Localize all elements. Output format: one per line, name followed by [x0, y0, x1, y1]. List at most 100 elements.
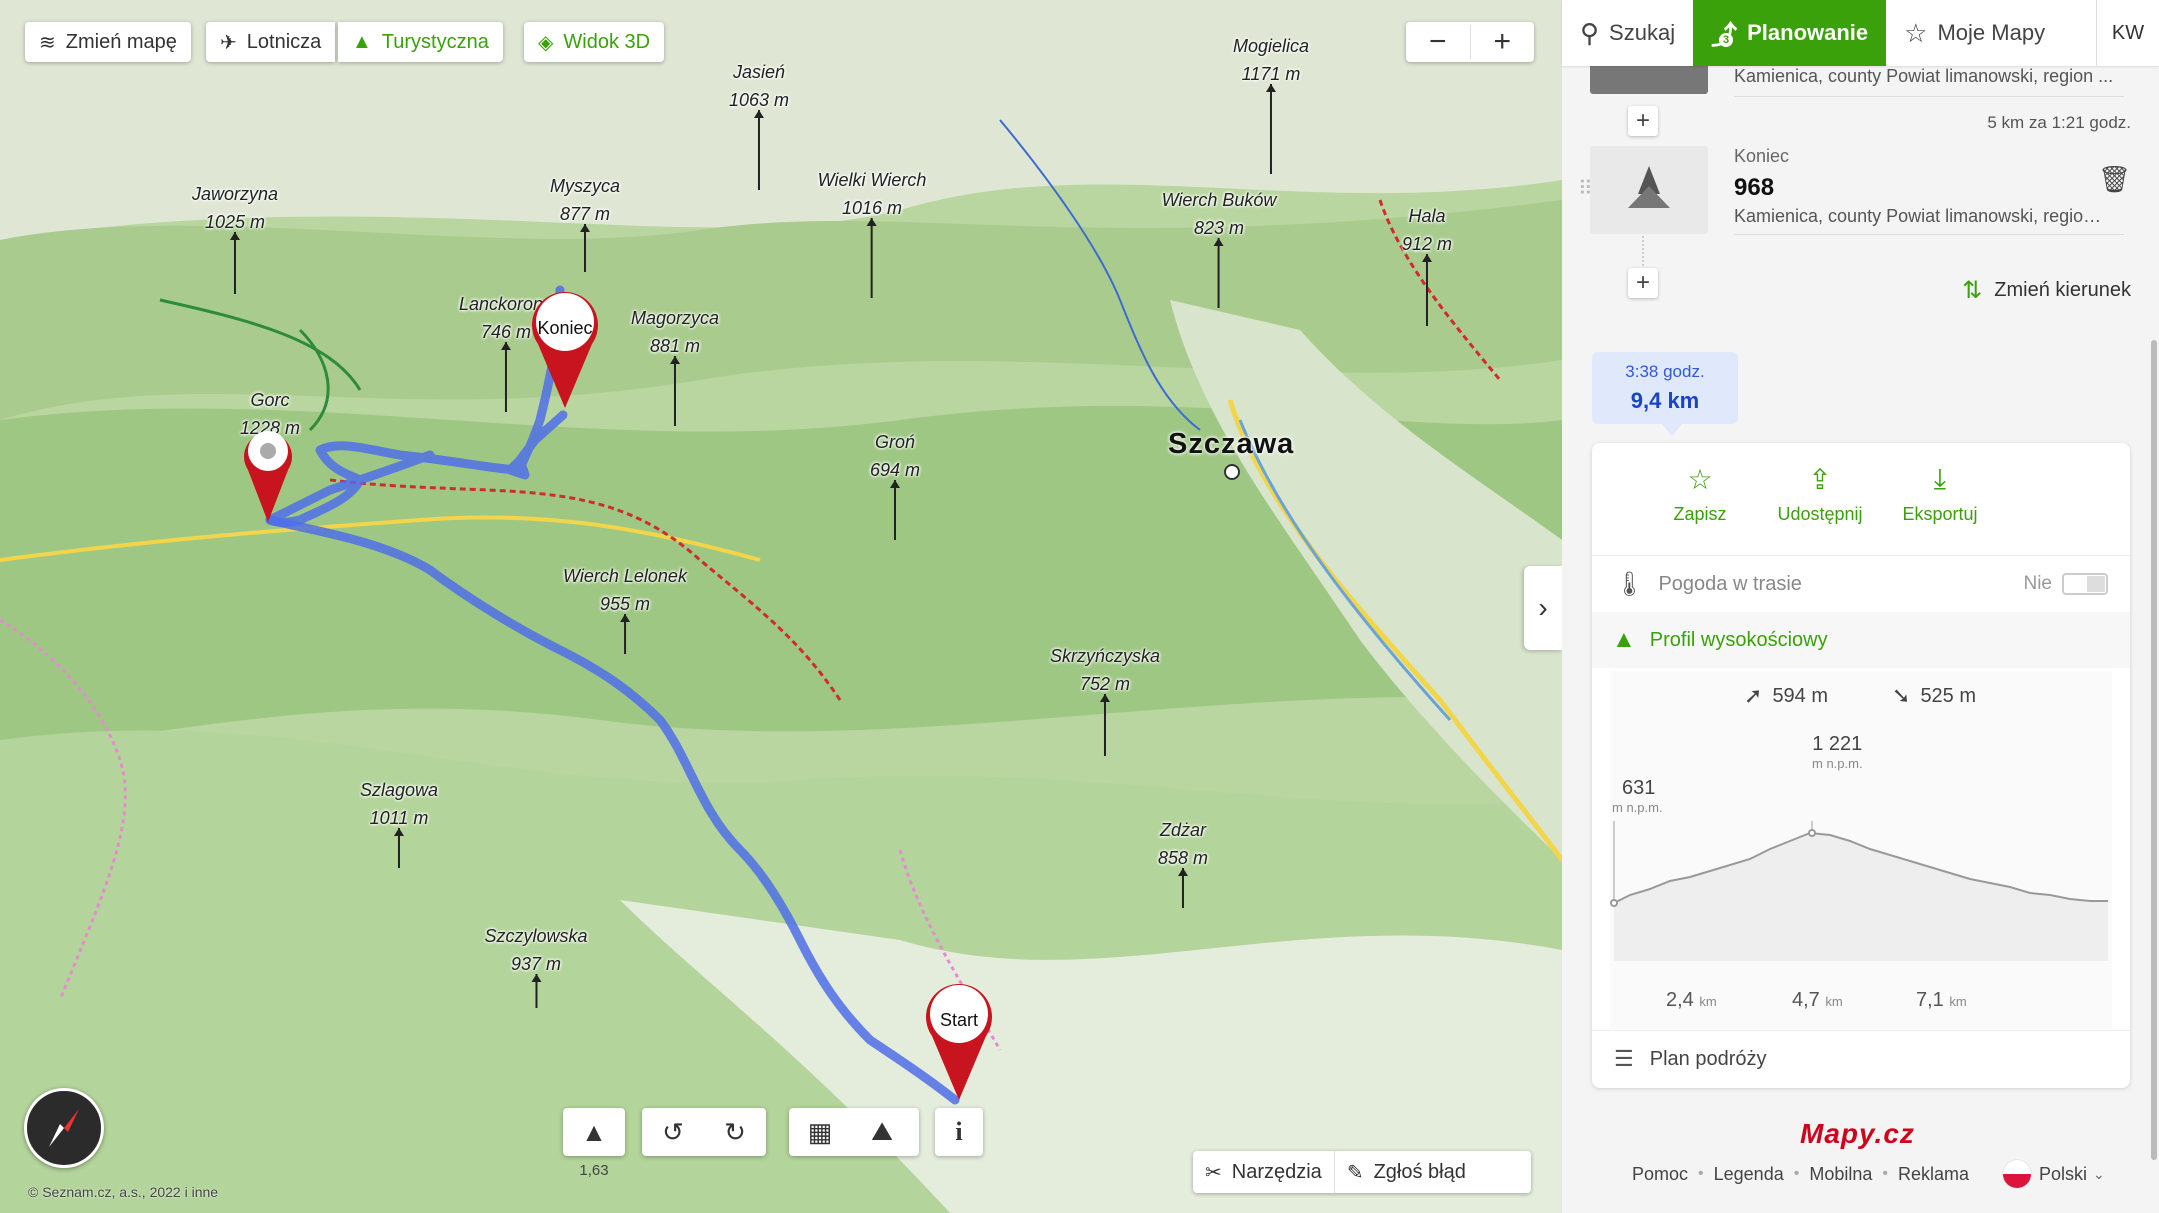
- waypoint-end-location: Kamienica, county Powiat limanowski, reg…: [1734, 206, 2104, 226]
- peak-label: Myszyca 877 m: [550, 172, 620, 272]
- zoom-out-button[interactable]: −: [1406, 25, 1471, 59]
- panel-tabs: ⚲ Szukaj ⤴3 Planowanie ☆ Moje Mapy KW: [1562, 0, 2159, 66]
- cube-icon: ◈: [538, 31, 554, 54]
- weather-toggle[interactable]: [2062, 573, 2108, 595]
- export-route-button[interactable]: ⤓ Eksportuj: [1880, 463, 2000, 525]
- plane-icon: ✈: [220, 31, 237, 54]
- avatar[interactable]: KW: [2096, 0, 2159, 66]
- tab-planning[interactable]: ⤴3 Planowanie: [1693, 0, 1887, 66]
- route-details-card: ☆ Zapisz ⇪ Udostępnij ⤓ Eksportuj 🌡 Pogo…: [1592, 443, 2130, 1088]
- chevron-right-icon: ›: [1538, 592, 1548, 623]
- rotate-left-button[interactable]: ↺: [642, 1108, 704, 1156]
- grid-view-button[interactable]: ▦: [789, 1108, 851, 1156]
- trip-plan-button[interactable]: ☰ Plan podróży: [1592, 1031, 2130, 1087]
- language-selector[interactable]: Polski ⌄: [2003, 1160, 2105, 1188]
- view-3d-button[interactable]: ◈ Widok 3D: [524, 22, 665, 62]
- poland-flag-icon: [2003, 1160, 2032, 1188]
- peak-label: Szlagowa 1011 m: [360, 776, 438, 868]
- route-icon: ⤴3: [1711, 15, 1737, 52]
- route-distance: 9,4 km: [1630, 388, 1700, 413]
- waypoint-end-name[interactable]: 968: [1734, 174, 1774, 202]
- peak-label: Wierch Buków 823 m: [1162, 186, 1276, 308]
- town-marker: [1224, 464, 1240, 480]
- thermometer-icon: 🌡: [1614, 570, 1645, 598]
- end-pin[interactable]: Koniec: [530, 286, 600, 410]
- airports-layer-button[interactable]: ✈ Lotnicza: [206, 22, 336, 62]
- download-icon: ⤓: [1933, 463, 1947, 494]
- peak-label: Szczylowska 937 m: [484, 922, 588, 1008]
- legend-link[interactable]: Legenda: [1714, 1164, 1784, 1185]
- arrow-up-icon: ➚: [1744, 683, 1763, 708]
- elevation-profile: ➚ 594 m ➘ 525 m 1 221 m n.p.m. 631 m n.p…: [1610, 671, 2112, 1029]
- descent-stat: ➘ 525 m: [1892, 683, 1977, 708]
- waypoint-end-label: Koniec: [1734, 146, 1790, 166]
- ascent-stat: ➚ 594 m: [1744, 683, 1829, 708]
- waypoint-thumbnail: [1590, 66, 1708, 94]
- report-error-button[interactable]: ✎ Zgłoś błąd: [1335, 1151, 1478, 1193]
- scrollbar[interactable]: [2149, 340, 2159, 1200]
- delete-waypoint-button[interactable]: 🗑: [2098, 164, 2131, 195]
- copyright: © Seznam.cz, a.s., 2022 i inne: [28, 1184, 219, 1200]
- add-waypoint-button[interactable]: +: [1628, 268, 1658, 298]
- start-elevation-label: 631 m n.p.m.: [1612, 777, 1663, 815]
- share-route-button[interactable]: ⇪ Udostępnij: [1760, 463, 1880, 525]
- zoom-in-button[interactable]: +: [1471, 25, 1535, 59]
- peak-label: Mogielica 1171 m: [1233, 32, 1309, 174]
- terrain-toggle-button[interactable]: ▲: [563, 1108, 625, 1156]
- help-link[interactable]: Pomoc: [1632, 1164, 1688, 1185]
- compass-button[interactable]: [24, 1088, 104, 1168]
- route-connector: [1642, 236, 1644, 266]
- rotate-controls: ↺ ↻: [642, 1108, 766, 1156]
- elevation-chart: [1610, 821, 2108, 961]
- planning-badge: 3: [1719, 32, 1734, 47]
- tab-my-maps[interactable]: ☆ Moje Mapy: [1886, 0, 2063, 66]
- rotate-right-button[interactable]: ↻: [704, 1108, 766, 1156]
- start-pin[interactable]: Start: [924, 978, 994, 1102]
- distance-tick: 2,4 km: [1666, 989, 1717, 1011]
- chevron-down-icon: ⌄: [2093, 1165, 2105, 1182]
- layers-icon: ≋: [39, 31, 56, 54]
- waypoint-location: Kamienica, county Powiat limanowski, reg…: [1734, 66, 2114, 86]
- brand-logo[interactable]: Mapy.cz: [1800, 1118, 1915, 1150]
- tools-button[interactable]: ✂ Narzędzia: [1193, 1151, 1335, 1193]
- waypoint-pin[interactable]: [243, 424, 293, 524]
- add-waypoint-button[interactable]: +: [1628, 106, 1658, 136]
- star-icon: ☆: [1904, 17, 1928, 48]
- compass-icon: [49, 1109, 79, 1147]
- tourist-layer-button[interactable]: ▲ Turystyczna: [338, 22, 503, 62]
- mountain-icon: ▲: [352, 30, 372, 53]
- mobile-link[interactable]: Mobilna: [1809, 1164, 1872, 1185]
- search-icon: ⚲: [1580, 17, 1600, 48]
- tilt-view-button[interactable]: ⛰: [851, 1108, 913, 1156]
- info-button[interactable]: i: [935, 1108, 983, 1156]
- footer-links: Pomoc • Legenda • Mobilna • Reklama Pols…: [1632, 1160, 2105, 1188]
- peak-label: Jaworzyna 1025 m: [192, 180, 278, 294]
- arrow-down-icon: ➘: [1892, 683, 1911, 708]
- list-icon: ☰: [1614, 1046, 1634, 1071]
- collapse-panel-button[interactable]: ›: [1524, 566, 1562, 650]
- segment-info: 5 km za 1:21 godz.: [1987, 113, 2131, 132]
- peak-label: Skrzyńczyska 752 m: [1050, 642, 1160, 756]
- zoom-controls: − +: [1406, 22, 1534, 62]
- peak-label: Wierch Lelonek 955 m: [563, 562, 687, 654]
- distance-tick: 7,1 km: [1916, 989, 1967, 1011]
- map-view[interactable]: ≋ Zmień mapę ✈ Lotnicza ▲ Turystyczna ◈ …: [0, 0, 1562, 1213]
- ads-link[interactable]: Reklama: [1898, 1164, 1969, 1185]
- tools-icon: ✂: [1205, 1161, 1222, 1184]
- elevation-profile-header[interactable]: ▲ Profil wysokościowy: [1592, 612, 2130, 668]
- view-mode-controls: ▦ ⛰: [789, 1108, 919, 1156]
- map-tools-bar: ✂ Narzędzia ✎ Zgłoś błąd: [1193, 1151, 1531, 1193]
- reverse-route-button[interactable]: ⇅ Zmień kierunek: [1962, 276, 2131, 305]
- route-summary-tab[interactable]: 3:38 godz. 9,4 km: [1592, 352, 1738, 424]
- tab-search[interactable]: ⚲ Szukaj: [1562, 0, 1693, 66]
- peak-label: Zdżar 858 m: [1158, 816, 1208, 908]
- swap-arrows-icon: ⇅: [1962, 277, 1983, 304]
- waypoint-thumbnail: [1590, 146, 1708, 234]
- save-route-button[interactable]: ☆ Zapisz: [1640, 463, 1760, 525]
- peak-label: Hala 912 m: [1402, 202, 1452, 326]
- star-icon: ☆: [1687, 464, 1713, 495]
- peak-label: Wielki Wierch 1016 m: [818, 166, 926, 298]
- change-map-button[interactable]: ≋ Zmień mapę: [25, 22, 191, 62]
- peak-label: Groń 694 m: [870, 428, 920, 540]
- summary-pointer: [1662, 424, 1682, 436]
